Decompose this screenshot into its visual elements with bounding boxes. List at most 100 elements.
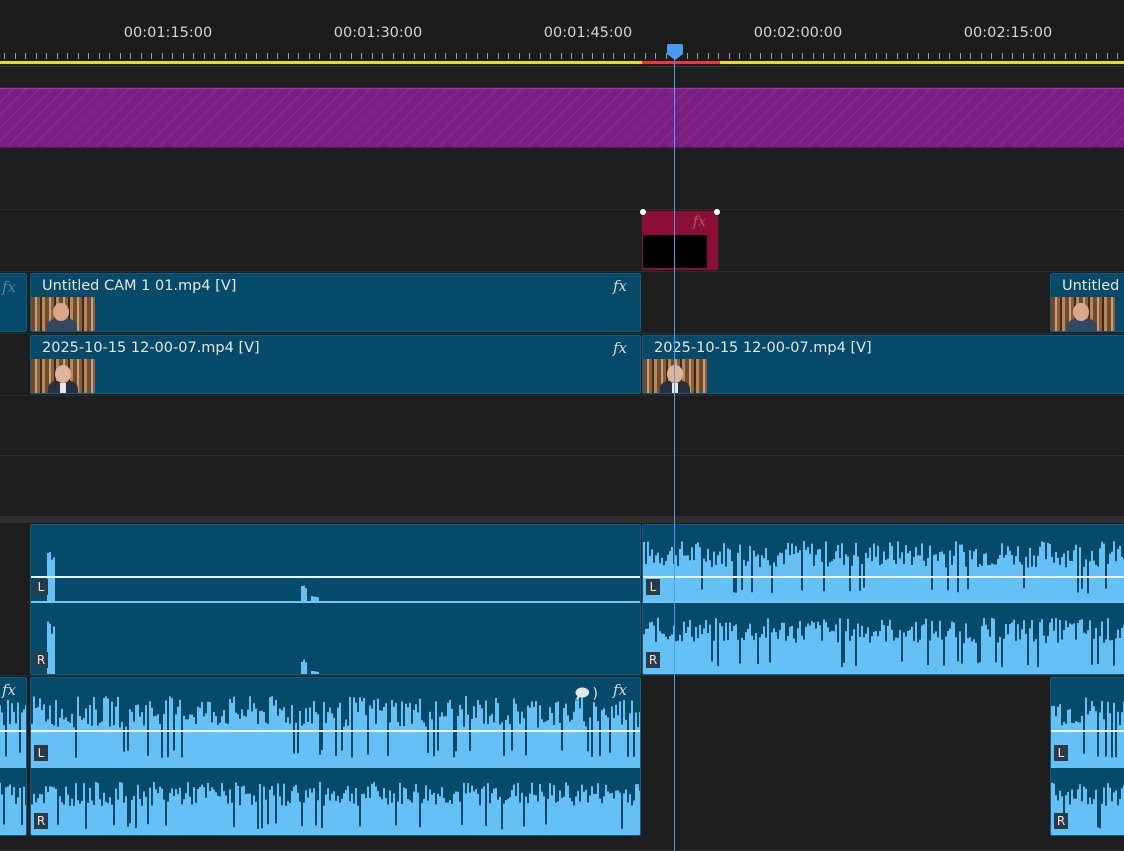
waveform-bar xyxy=(395,825,397,835)
waveform-bar xyxy=(473,706,475,768)
waveform-bar xyxy=(179,787,181,835)
fx-badge[interactable]: fx xyxy=(613,339,627,357)
waveform-bar xyxy=(785,640,787,674)
waveform-bar xyxy=(515,703,517,768)
waveform-bar xyxy=(1001,667,1003,674)
waveform-bar xyxy=(347,786,349,835)
waveform-bar xyxy=(1011,554,1013,602)
playhead-handle[interactable] xyxy=(667,44,683,54)
waveform-bar xyxy=(1095,711,1097,768)
waveform-bar xyxy=(473,791,475,835)
video-clip-main-left[interactable]: 2025-10-15 12-00-07.mp4 [V] fx xyxy=(30,335,641,394)
waveform-bar xyxy=(759,567,761,602)
waveform-bar xyxy=(959,631,961,674)
volume-rubberband[interactable] xyxy=(1051,730,1124,732)
waveform-bar xyxy=(215,792,217,835)
waveform-bar xyxy=(599,756,601,768)
waveform-bar xyxy=(265,799,267,835)
waveform-bar xyxy=(123,751,125,768)
graphic-clip[interactable]: fx xyxy=(640,209,720,270)
adjustment-layer-clip[interactable] xyxy=(0,88,1124,148)
audio-clip-a1-left[interactable]: L R xyxy=(30,524,641,675)
waveform-bar xyxy=(1083,786,1085,835)
waveform-bar xyxy=(139,716,141,768)
volume-rubberband[interactable] xyxy=(31,730,640,732)
audio-clip-a2-main[interactable]: 🗩 ) fx L R xyxy=(30,677,641,836)
waveform-bar xyxy=(951,564,953,602)
waveform-bar xyxy=(279,708,281,768)
waveform-bar xyxy=(555,802,557,835)
video-clip-stub[interactable]: fx xyxy=(0,273,27,332)
audio-clip-a2-stub[interactable]: fx xyxy=(0,677,27,836)
waveform-bar xyxy=(927,665,929,674)
time-ruler[interactable]: 00:01:15:00 00:01:30:00 00:01:45:00 00:0… xyxy=(0,0,1124,68)
waveform-bar xyxy=(23,786,25,835)
waveform-bar xyxy=(181,804,183,835)
waveform-bar xyxy=(371,708,373,768)
waveform-bar xyxy=(721,626,723,674)
ruler-minor-tick xyxy=(739,53,740,59)
waveform-bar xyxy=(551,713,553,768)
track-v3[interactable] xyxy=(0,210,1124,272)
waveform xyxy=(643,541,1124,602)
speech-icon[interactable]: 🗩 ) xyxy=(574,683,598,707)
waveform-bar xyxy=(569,721,571,768)
waveform-bar xyxy=(937,637,939,674)
waveform-bar xyxy=(1107,701,1109,768)
fx-badge[interactable]: fx xyxy=(613,681,627,699)
waveform-bar xyxy=(193,787,195,835)
audio-clip-a1-right[interactable]: L R xyxy=(642,524,1124,675)
audio-clip-a2-right[interactable]: L R xyxy=(1050,677,1124,836)
track-empty-2[interactable] xyxy=(0,456,1124,517)
ruler-minor-tick xyxy=(918,53,919,59)
waveform-bar xyxy=(1007,634,1009,674)
audio-channel-right xyxy=(0,768,26,835)
fx-badge[interactable]: fx xyxy=(613,277,627,295)
waveform-bar xyxy=(435,701,437,768)
waveform-bar xyxy=(387,755,389,768)
track-empty-1[interactable] xyxy=(0,396,1124,456)
waveform-bar xyxy=(1061,557,1063,602)
volume-rubberband[interactable] xyxy=(643,576,1124,578)
volume-rubberband[interactable] xyxy=(0,730,26,732)
waveform-bar xyxy=(863,637,865,674)
waveform-bar xyxy=(531,701,533,768)
fx-badge[interactable]: fx xyxy=(693,214,706,230)
video-clip-cam1-right[interactable]: Untitled C xyxy=(1050,273,1124,332)
video-clip-cam1[interactable]: Untitled CAM 1 01.mp4 [V] fx xyxy=(30,273,641,332)
fx-badge[interactable]: fx xyxy=(2,681,16,699)
waveform-bar xyxy=(369,705,371,768)
track-v6[interactable] xyxy=(0,67,1124,88)
fx-badge[interactable]: fx xyxy=(2,278,16,296)
video-clip-main-right[interactable]: 2025-10-15 12-00-07.mp4 [V] xyxy=(642,335,1124,394)
waveform-bar xyxy=(575,796,577,835)
waveform-bar xyxy=(759,637,761,674)
waveform-bar xyxy=(1119,638,1121,674)
waveform-bar xyxy=(807,547,809,602)
waveform-bar xyxy=(409,702,411,768)
waveform-bar xyxy=(835,624,837,674)
waveform-bar xyxy=(1065,620,1067,674)
audio-channel-left xyxy=(31,525,640,602)
waveform-bar xyxy=(677,640,679,674)
waveform-bar xyxy=(755,556,757,602)
waveform-bar xyxy=(939,620,941,674)
waveform-bar xyxy=(839,558,841,602)
ruler-minor-tick xyxy=(687,53,688,59)
waveform-bar xyxy=(1013,619,1015,674)
waveform-bar xyxy=(933,554,935,602)
playhead-line[interactable] xyxy=(674,58,675,851)
waveform-bar xyxy=(493,788,495,835)
waveform-bar xyxy=(107,698,109,768)
waveform-bar xyxy=(1071,624,1073,674)
waveform-bar xyxy=(431,719,433,768)
waveform-bar xyxy=(1031,619,1033,674)
clip-corner-marker xyxy=(640,209,646,215)
volume-rubberband[interactable] xyxy=(31,576,640,578)
waveform-bar xyxy=(519,802,521,835)
ruler-minor-tick xyxy=(15,53,16,59)
work-area-bar[interactable] xyxy=(0,61,1124,64)
track-v4[interactable] xyxy=(0,148,1124,210)
waveform-bar xyxy=(5,787,7,835)
waveform-bar xyxy=(351,793,353,835)
